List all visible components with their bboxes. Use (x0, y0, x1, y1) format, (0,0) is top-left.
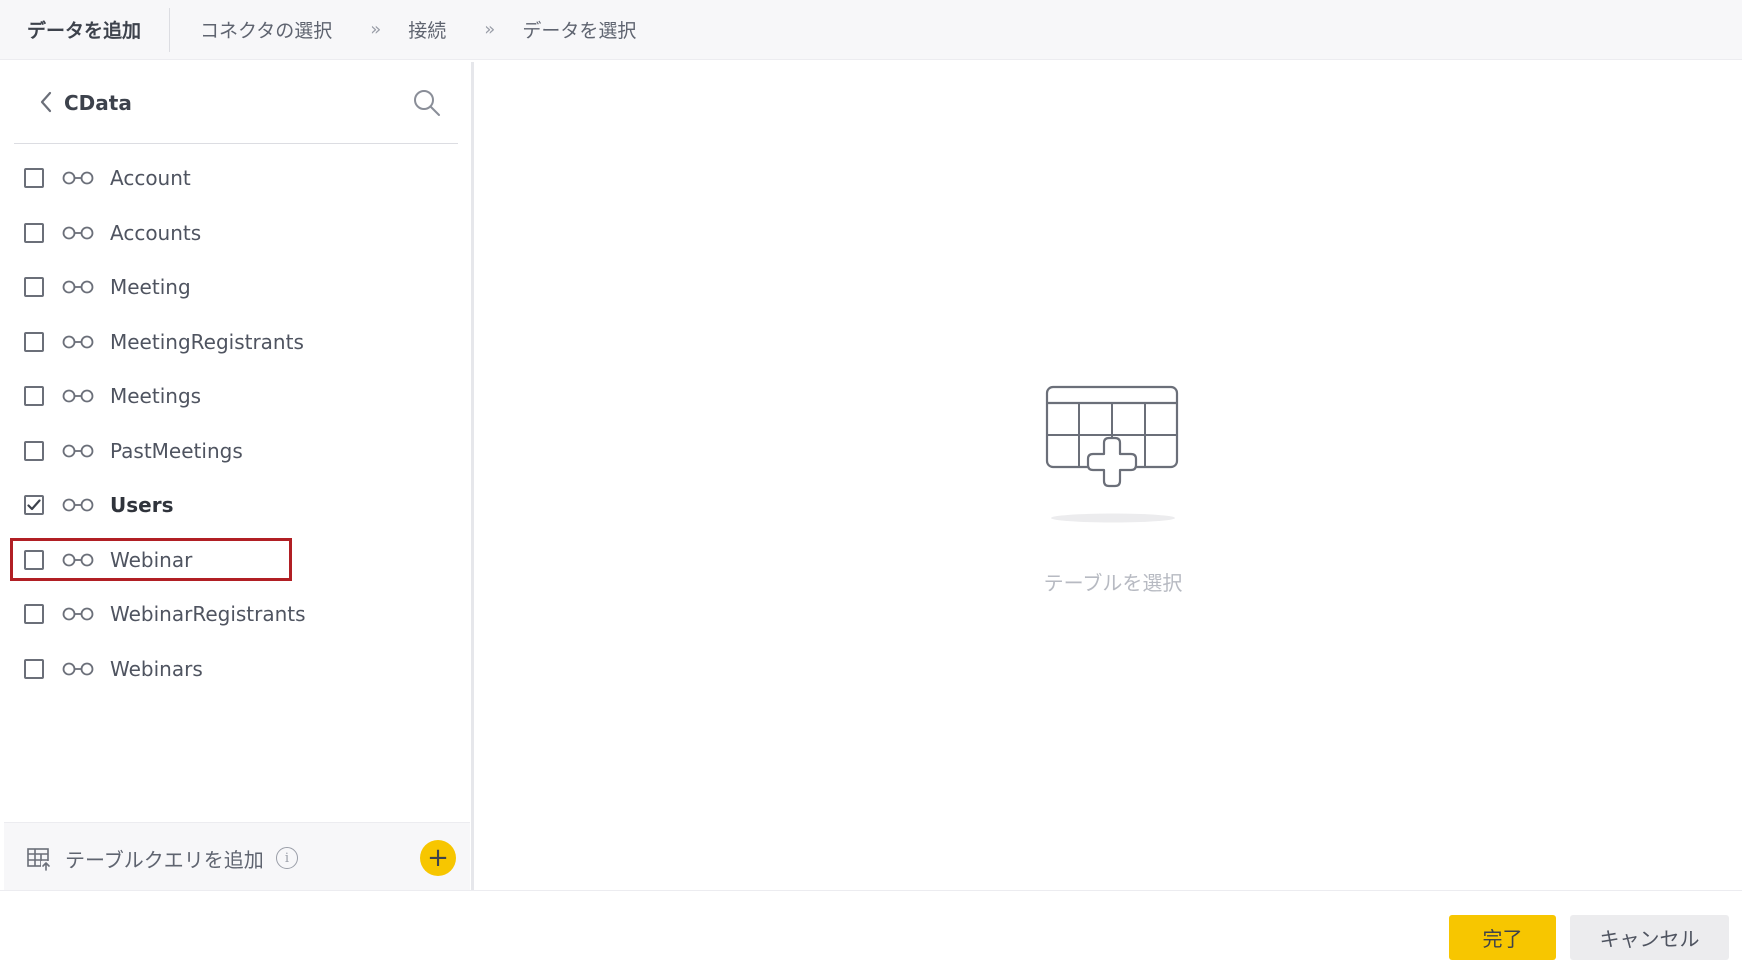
connection-title: CData (64, 91, 132, 115)
done-button[interactable]: 完了 (1449, 915, 1556, 960)
list-item[interactable]: MeetingRegistrants (10, 316, 460, 371)
table-name: Accounts (110, 220, 202, 245)
add-table-query-button[interactable]: + (420, 840, 456, 876)
table-name: WebinarRegistrants (110, 602, 306, 626)
checkbox[interactable] (24, 222, 44, 243)
table-list: Account Accounts Meeting MeetingRegistra… (10, 152, 460, 697)
page-title: データを追加 (0, 7, 171, 52)
info-icon[interactable]: i (276, 847, 298, 869)
back-chevron-icon[interactable] (34, 90, 58, 114)
checkbox[interactable] (24, 277, 44, 297)
view-icon (62, 226, 94, 239)
breadcrumb-connector[interactable]: コネクタの選択 (200, 16, 332, 43)
panel-header: CData (14, 62, 458, 144)
view-icon (62, 498, 94, 512)
checkmark-icon (27, 499, 41, 511)
view-icon (62, 553, 94, 566)
table-name: Users (110, 493, 174, 517)
table-name: MeetingRegistrants (110, 329, 304, 354)
view-icon (62, 607, 94, 621)
checkbox[interactable] (24, 331, 44, 352)
action-bar: 完了 キャンセル (0, 890, 1742, 976)
table-name: Meeting (110, 275, 191, 299)
checkbox[interactable] (24, 440, 44, 461)
checkbox[interactable] (24, 168, 44, 188)
panel-footer: テーブルクエリを追加 i + (4, 822, 470, 890)
view-icon (62, 444, 94, 457)
view-icon (62, 662, 94, 675)
search-icon[interactable] (412, 88, 442, 118)
top-header: データを追加 コネクタの選択 » 接続 » データを選択 (0, 0, 1742, 60)
table-list-panel: CData Account Accounts Meeting MeetingRe… (0, 62, 474, 890)
checkbox-checked[interactable] (24, 495, 44, 515)
list-item[interactable]: Webinar (10, 534, 460, 589)
list-item-selected[interactable]: Users (10, 479, 460, 534)
table-name: Account (110, 166, 191, 190)
checkbox[interactable] (24, 549, 44, 570)
table-name: Webinars (110, 656, 203, 681)
checkbox[interactable] (24, 604, 44, 624)
list-item[interactable]: WebinarRegistrants (10, 588, 460, 643)
checkbox[interactable] (24, 658, 44, 679)
add-table-query-label[interactable]: テーブルクエリを追加 (65, 844, 264, 873)
list-item[interactable]: Meeting (10, 261, 460, 316)
view-icon (62, 389, 94, 403)
table-name: PastMeetings (110, 438, 243, 463)
breadcrumb-separator: » (370, 19, 381, 40)
view-icon (62, 280, 94, 294)
data-preview-area: テーブルを選択 (477, 62, 1742, 890)
cancel-button[interactable]: キャンセル (1570, 915, 1729, 960)
checkbox[interactable] (24, 386, 44, 406)
list-item[interactable]: Meetings (10, 370, 460, 425)
view-icon (62, 335, 94, 348)
breadcrumb-connection[interactable]: 接続 (408, 16, 446, 43)
list-item[interactable]: Accounts (10, 207, 460, 262)
list-item[interactable]: Webinars (10, 643, 460, 698)
table-name: Webinar (110, 547, 193, 572)
view-icon (62, 171, 94, 185)
table-query-icon (26, 845, 52, 871)
list-item[interactable]: Account (10, 152, 460, 207)
breadcrumb-separator: » (484, 19, 495, 40)
table-name: Meetings (110, 384, 202, 408)
table-add-illustration (1045, 385, 1179, 523)
list-item[interactable]: PastMeetings (10, 425, 460, 480)
breadcrumb-select-data: データを選択 (522, 20, 637, 42)
empty-state-message: テーブルを選択 (1043, 571, 1183, 595)
